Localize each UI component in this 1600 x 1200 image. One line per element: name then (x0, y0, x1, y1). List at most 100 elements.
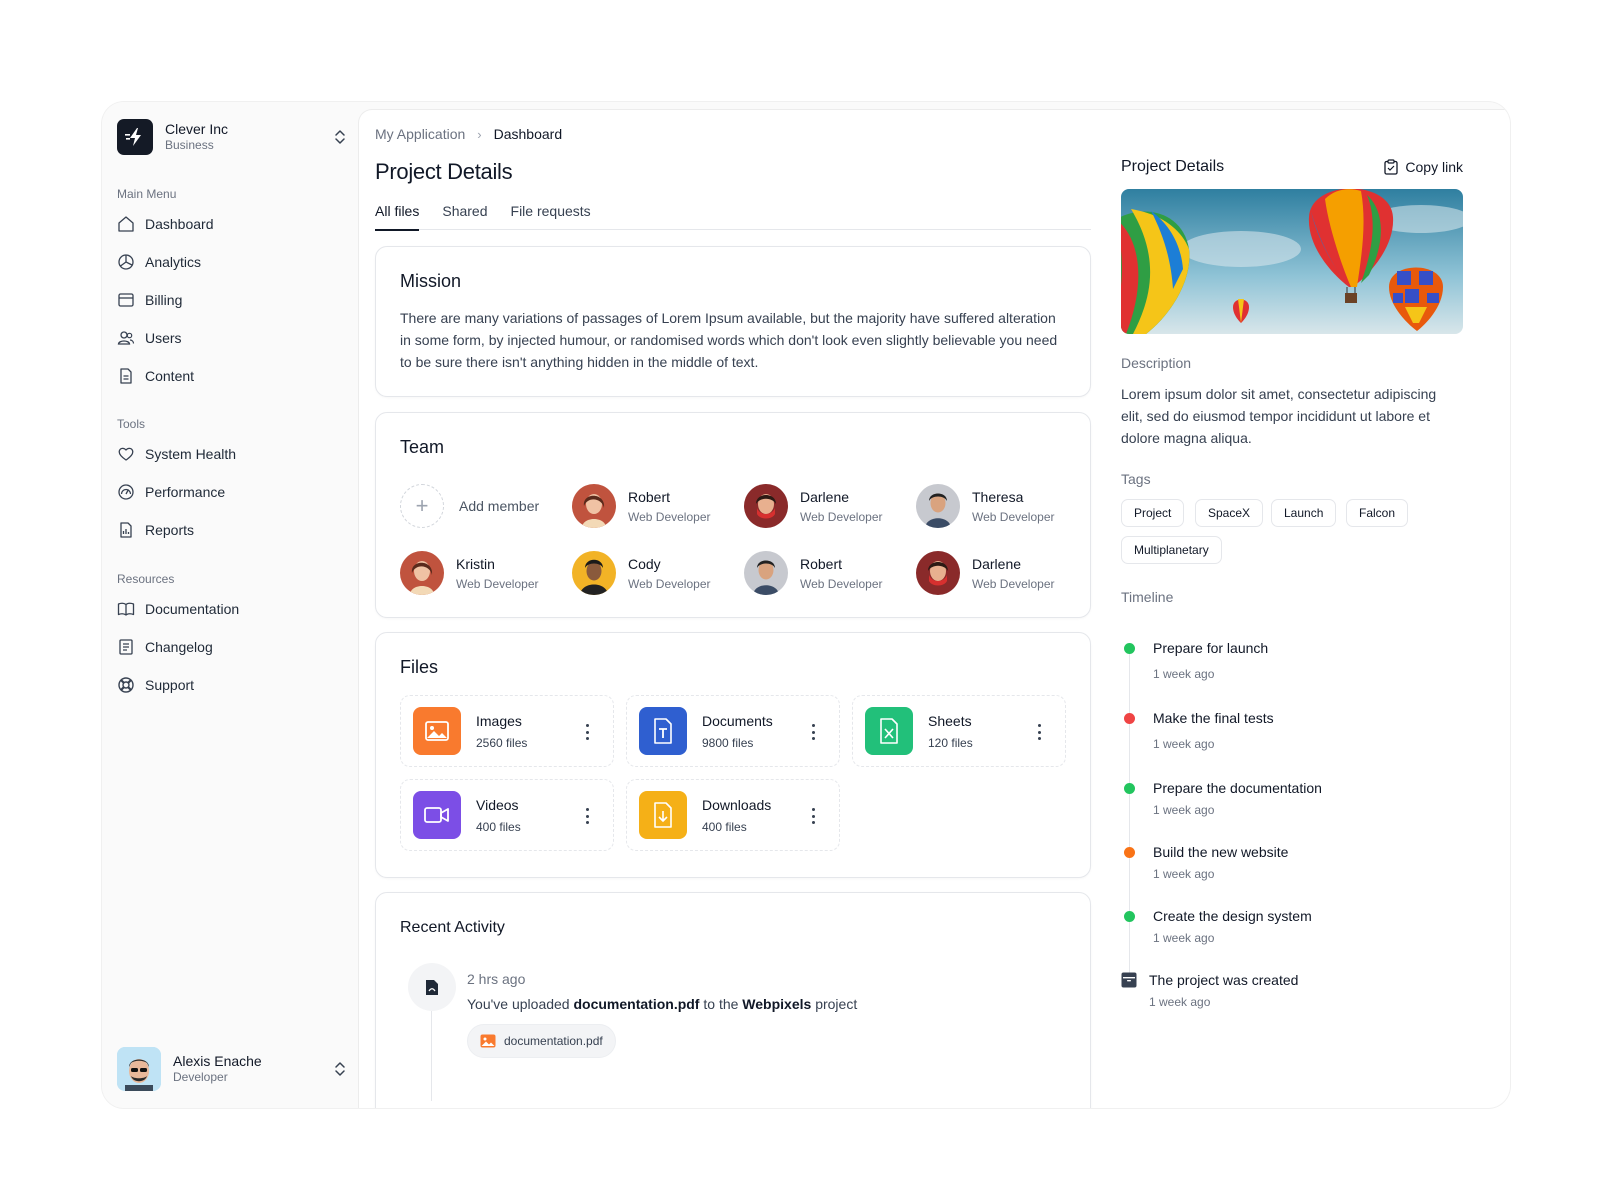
member-name: Cody (628, 556, 661, 572)
member-role: Web Developer (800, 577, 883, 591)
file-folder-sheets[interactable]: Sheets 120 files (852, 695, 1066, 767)
add-member-button[interactable]: + Add member (400, 483, 570, 529)
chevron-up-down-icon[interactable] (333, 129, 347, 145)
sidebar-item-users[interactable]: Users (115, 322, 345, 354)
tag-chip[interactable]: Multiplanetary (1121, 536, 1222, 564)
breadcrumb-current: Dashboard (493, 126, 563, 142)
member-name: Theresa (972, 489, 1024, 505)
sidebar-item-documentation[interactable]: Documentation (115, 593, 345, 625)
user-switcher[interactable]: Alexis Enache Developer (117, 1046, 347, 1092)
mission-title: Mission (400, 271, 462, 291)
sidebar-item-dashboard[interactable]: Dashboard (115, 208, 345, 240)
timeline-label: Timeline (1121, 589, 1174, 605)
tag-chip[interactable]: SpaceX (1195, 499, 1264, 527)
tab-all-files[interactable]: All files (375, 200, 420, 231)
tag-chip[interactable]: Project (1121, 499, 1185, 527)
team-title: Team (400, 437, 445, 457)
sidebar-item-label: Changelog (145, 639, 213, 655)
status-dot (1124, 911, 1135, 922)
team-member[interactable]: Cody Web Developer (572, 550, 732, 596)
user-name: Alexis Enache (173, 1053, 262, 1069)
team-member[interactable]: Robert Web Developer (744, 550, 904, 596)
team-member[interactable]: Kristin Web Developer (400, 550, 560, 596)
org-plan: Business (165, 138, 214, 152)
page-title: Project Details (375, 159, 513, 184)
avatar (916, 484, 960, 528)
report-icon (120, 522, 132, 538)
activity-file-name[interactable]: documentation.pdf (573, 996, 699, 1012)
file-folder-downloads[interactable]: Downloads 400 files (626, 779, 840, 851)
chevron-up-down-icon[interactable] (333, 1061, 347, 1077)
more-vertical-icon[interactable] (811, 808, 815, 824)
member-role: Web Developer (628, 577, 711, 591)
tab-file-requests[interactable]: File requests (511, 200, 591, 230)
more-vertical-icon[interactable] (1037, 724, 1041, 740)
section-label-resources: Resources (117, 572, 175, 586)
sidebar-item-billing[interactable]: Billing (115, 284, 345, 316)
changelog-icon (119, 639, 133, 655)
project-cover-image (1121, 189, 1463, 334)
file-folder-images[interactable]: Images 2560 files (400, 695, 614, 767)
member-role: Web Developer (972, 510, 1055, 524)
timeline-item-title: Create the design system (1153, 908, 1312, 924)
sidebar-item-system-health[interactable]: System Health (115, 438, 345, 470)
video-icon (413, 791, 461, 839)
tag-chip[interactable]: Falcon (1346, 499, 1409, 527)
team-member[interactable]: Darlene Web Developer (916, 550, 1076, 596)
file-folder-name: Images (476, 712, 522, 729)
timeline-item-title: Make the final tests (1153, 710, 1274, 726)
file-folder-videos[interactable]: Videos 400 files (400, 779, 614, 851)
description-label: Description (1121, 355, 1192, 371)
sidebar-item-analytics[interactable]: Analytics (115, 246, 345, 278)
timeline-item-title: The project was created (1149, 972, 1299, 988)
file-folder-count: 120 files (928, 735, 973, 750)
file-folder-count: 9800 files (702, 735, 754, 750)
org-switcher[interactable]: Clever Inc Business (117, 117, 347, 157)
activity-project-name[interactable]: Webpixels (742, 996, 811, 1012)
download-icon (639, 791, 687, 839)
billing-icon (118, 293, 134, 307)
member-name: Darlene (972, 556, 1022, 572)
avatar (400, 551, 444, 595)
add-member-label: Add member (459, 498, 540, 514)
copy-link-button[interactable]: Copy link (1384, 159, 1463, 175)
status-dot (1124, 713, 1135, 724)
users-icon (117, 331, 135, 345)
sidebar-item-label: Users (145, 330, 182, 346)
team-member[interactable]: Darlene Web Developer (744, 483, 904, 529)
more-vertical-icon[interactable] (585, 724, 589, 740)
timeline-item-title: Prepare the documentation (1153, 780, 1322, 796)
tags-label: Tags (1121, 471, 1151, 487)
sidebar-item-changelog[interactable]: Changelog (115, 631, 345, 663)
more-vertical-icon[interactable] (585, 808, 589, 824)
plus-icon: + (400, 484, 444, 528)
sidebar-item-content[interactable]: Content (115, 360, 345, 392)
breadcrumb-parent-link[interactable]: My Application (375, 126, 465, 142)
more-vertical-icon[interactable] (811, 724, 815, 740)
team-member[interactable]: Robert Web Developer (572, 483, 732, 529)
avatar (572, 551, 616, 595)
tag-chip[interactable]: Launch (1271, 499, 1337, 527)
sidebar-item-reports[interactable]: Reports (115, 514, 345, 546)
app-window: Clever Inc Business Main Menu Dashboard … (102, 102, 1510, 1108)
tab-shared[interactable]: Shared (442, 200, 487, 230)
sidebar-item-performance[interactable]: Performance (115, 476, 345, 508)
attachment-chip[interactable]: documentation.pdf (467, 1024, 616, 1058)
mission-card: Mission There are many variations of pas… (375, 246, 1091, 397)
timeline-item-title: Prepare for launch (1153, 640, 1269, 656)
activity-message: You've uploaded documentation.pdf to the… (467, 996, 857, 1012)
team-member[interactable]: Theresa Web Developer (916, 483, 1076, 529)
sidebar-item-support[interactable]: Support (115, 669, 345, 701)
file-folder-documents[interactable]: Documents 9800 files (626, 695, 840, 767)
lifebuoy-icon (118, 677, 134, 693)
status-dot (1124, 783, 1135, 794)
sidebar-item-label: Dashboard (145, 216, 214, 232)
avatar (572, 484, 616, 528)
recent-activity-card: Recent Activity 2 hrs ago You've uploade… (375, 892, 1091, 1108)
timeline-item-time: 1 week ago (1153, 737, 1215, 751)
file-folder-count: 2560 files (476, 735, 528, 750)
member-name: Kristin (456, 556, 495, 572)
member-role: Web Developer (800, 510, 883, 524)
breadcrumb: My Application › Dashboard (375, 126, 562, 142)
avatar (916, 551, 960, 595)
